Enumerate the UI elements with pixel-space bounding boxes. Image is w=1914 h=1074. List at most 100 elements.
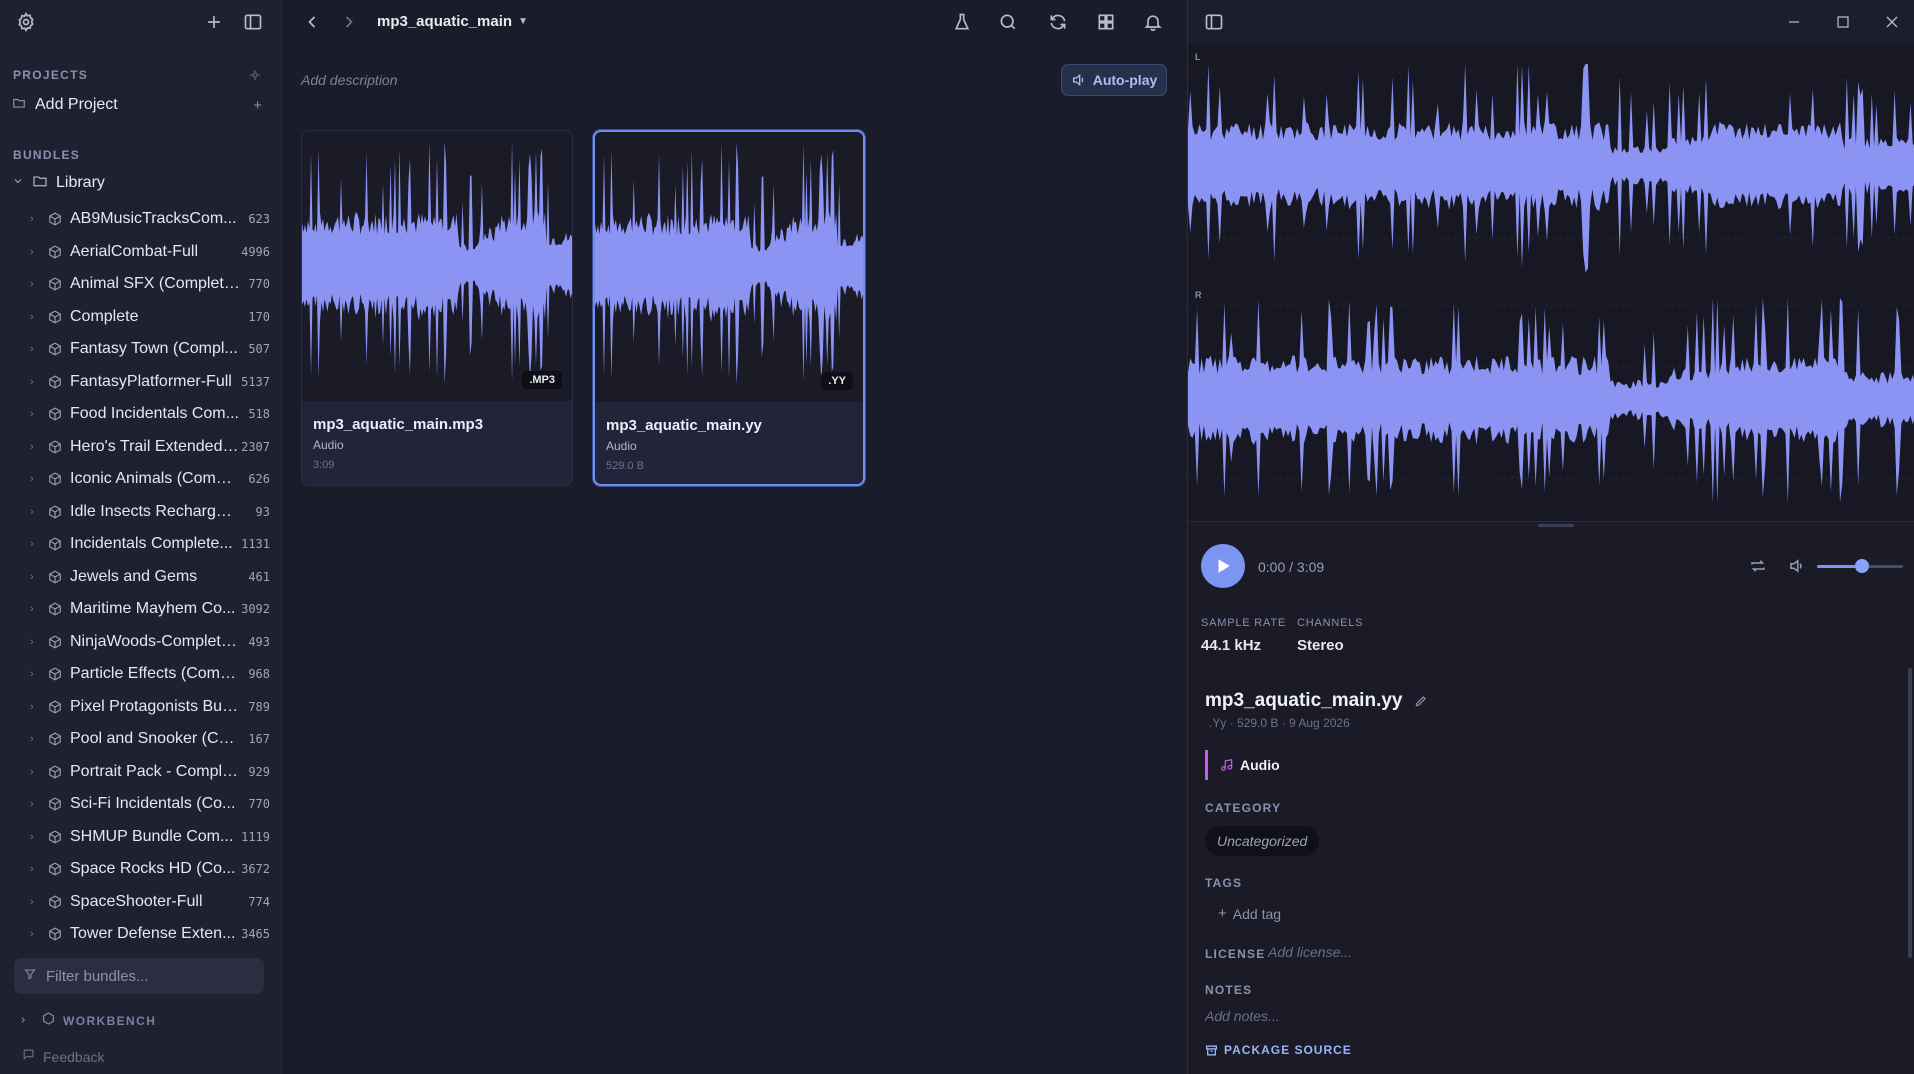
bundle-item[interactable]: › SHMUP Bundle Com... 1119 xyxy=(0,821,282,854)
detail-scrollbar[interactable] xyxy=(1908,668,1912,958)
chevron-right-icon[interactable]: › xyxy=(30,246,34,258)
back-icon[interactable] xyxy=(302,12,322,32)
bundle-item[interactable]: › Tower Defense Exten... 3465 xyxy=(0,918,282,951)
toggle-panel-icon[interactable] xyxy=(1204,12,1224,32)
chevron-right-icon[interactable]: › xyxy=(30,376,34,388)
maximize-icon[interactable] xyxy=(1833,12,1853,32)
refresh-icon[interactable] xyxy=(1048,12,1068,32)
bundle-count: 1131 xyxy=(241,537,270,552)
bundle-item[interactable]: › NinjaWoods-Complete... 493 xyxy=(0,626,282,659)
chevron-right-icon[interactable]: › xyxy=(30,538,34,550)
bundle-item[interactable]: › Particle Effects (Comp... 968 xyxy=(0,658,282,691)
flask-icon[interactable] xyxy=(952,12,972,32)
add-project-row[interactable]: Add Project + xyxy=(12,92,270,118)
chevron-right-icon[interactable]: › xyxy=(30,863,34,875)
bundle-item[interactable]: › FantasyPlatformer-Full 5137 xyxy=(0,366,282,399)
description-input[interactable]: Add description xyxy=(301,72,398,88)
waveform-viewer[interactable]: L R xyxy=(1188,44,1914,522)
bundle-item[interactable]: › Pixel Protagonists Bun... 789 xyxy=(0,691,282,724)
chevron-right-icon[interactable]: › xyxy=(30,701,34,713)
autoplay-button[interactable]: Auto-play xyxy=(1061,64,1167,96)
bundle-item[interactable]: › Maritime Mayhem Co... 3092 xyxy=(0,593,282,626)
chevron-right-icon[interactable]: › xyxy=(30,343,34,355)
toggle-sidebar-icon[interactable] xyxy=(243,12,263,32)
bundle-item[interactable]: › Iconic Animals (Compl... 626 xyxy=(0,463,282,496)
chevron-right-icon[interactable]: › xyxy=(30,278,34,290)
bundle-cube-icon xyxy=(48,829,62,849)
chevron-right-icon[interactable]: › xyxy=(30,213,34,225)
chevron-right-icon[interactable]: › xyxy=(30,896,34,908)
bundle-item[interactable]: › AerialCombat-Full 4996 xyxy=(0,236,282,269)
bundle-item[interactable]: › Animal SFX (Complete... 770 xyxy=(0,268,282,301)
bundle-item[interactable]: › Idle Insects Recharged ... 93 xyxy=(0,496,282,529)
add-project-plus-icon[interactable]: + xyxy=(253,97,262,114)
volume-slider[interactable] xyxy=(1817,559,1903,573)
resize-handle[interactable] xyxy=(1538,524,1574,527)
chevron-right-icon[interactable]: › xyxy=(30,441,34,453)
chevron-right-icon[interactable]: › xyxy=(30,733,34,745)
chevron-right-icon[interactable]: › xyxy=(30,571,34,583)
chevron-right-icon[interactable] xyxy=(18,1012,28,1030)
bundle-item[interactable]: › SpaceShooter-Full 774 xyxy=(0,886,282,919)
edit-pencil-icon[interactable] xyxy=(1414,694,1428,708)
bundle-count: 789 xyxy=(248,699,270,714)
workbench-label: WORKBENCH xyxy=(63,1014,157,1028)
chevron-right-icon[interactable]: › xyxy=(30,408,34,420)
library-tree-item[interactable]: Library xyxy=(12,170,270,196)
chevron-right-icon[interactable]: › xyxy=(30,603,34,615)
chevron-right-icon[interactable]: › xyxy=(30,506,34,518)
package-source-header[interactable]: PACKAGE SOURCE xyxy=(1205,1043,1352,1057)
bundle-item[interactable]: › AB9MusicTracksCom... 623 xyxy=(0,203,282,236)
bundle-item[interactable]: › Incidentals Complete... 1131 xyxy=(0,528,282,561)
chevron-right-icon[interactable]: › xyxy=(30,831,34,843)
chevron-right-icon[interactable]: › xyxy=(30,668,34,680)
bundle-cube-icon xyxy=(48,342,62,361)
bundle-name: Idle Insects Recharged ... xyxy=(70,502,240,520)
breadcrumb[interactable]: mp3_aquatic_main ▼ xyxy=(377,13,528,30)
bundle-item[interactable]: › Space Rocks HD (Co... 3672 xyxy=(0,853,282,886)
chevron-right-icon[interactable]: › xyxy=(30,636,34,648)
asset-card-selected[interactable]: .YY mp3_aquatic_main.yy Audio 529.0 B xyxy=(593,130,865,486)
chevron-right-icon[interactable]: › xyxy=(30,928,34,940)
projects-settings-icon[interactable] xyxy=(249,68,261,86)
category-pill[interactable]: Uncategorized xyxy=(1205,826,1320,856)
license-input[interactable]: Add license... xyxy=(1268,944,1352,960)
add-icon[interactable] xyxy=(204,12,224,32)
bundle-item[interactable]: › Food Incidentals Com... 518 xyxy=(0,398,282,431)
forward-icon[interactable] xyxy=(339,12,359,32)
bundle-name: Jewels and Gems xyxy=(70,567,198,585)
filter-bundles-input[interactable]: Filter bundles... xyxy=(14,958,264,994)
play-button[interactable] xyxy=(1201,544,1245,588)
notifications-bell-icon[interactable] xyxy=(1143,12,1163,32)
settings-gear-icon[interactable] xyxy=(16,12,36,32)
chevron-right-icon[interactable]: › xyxy=(30,311,34,323)
bundle-item[interactable]: › Jewels and Gems 461 xyxy=(0,561,282,594)
bundle-item[interactable]: › Portrait Pack - Comple... 929 xyxy=(0,756,282,789)
feedback-link[interactable]: Feedback xyxy=(22,1048,104,1066)
add-tag-button[interactable]: + Add tag xyxy=(1218,905,1281,922)
bundle-count: 93 xyxy=(255,504,270,519)
loop-icon[interactable] xyxy=(1749,557,1767,580)
search-icon[interactable] xyxy=(998,12,1018,32)
bundle-name: Tower Defense Exten... xyxy=(70,925,236,943)
close-icon[interactable] xyxy=(1882,12,1902,32)
notes-input[interactable]: Add notes... xyxy=(1205,1008,1280,1024)
volume-handle[interactable] xyxy=(1854,559,1869,573)
bundle-item[interactable]: › Complete 170 xyxy=(0,301,282,334)
bundle-cube-icon xyxy=(48,244,62,264)
notes-label: NOTES xyxy=(1205,983,1253,997)
bundle-item[interactable]: › Fantasy Town (Compl... 507 xyxy=(0,333,282,366)
chevron-right-icon[interactable]: › xyxy=(30,798,34,810)
chevron-right-icon[interactable]: › xyxy=(30,473,34,485)
chevron-right-icon[interactable]: › xyxy=(30,766,34,778)
feedback-label: Feedback xyxy=(43,1049,105,1065)
bundle-item[interactable]: › Hero's Trail Extended ... 2307 xyxy=(0,431,282,464)
bundle-item[interactable]: › Sci-Fi Incidentals (Co... 770 xyxy=(0,788,282,821)
grid-view-icon[interactable] xyxy=(1096,12,1116,32)
chevron-down-icon[interactable] xyxy=(12,174,24,192)
workbench-section[interactable]: WORKBENCH xyxy=(18,1012,156,1030)
bundle-item[interactable]: › Pool and Snooker (Co... 167 xyxy=(0,723,282,756)
minimize-icon[interactable] xyxy=(1784,12,1804,32)
volume-icon[interactable] xyxy=(1788,557,1806,580)
asset-card[interactable]: .MP3 mp3_aquatic_main.mp3 Audio 3:09 xyxy=(301,130,573,486)
